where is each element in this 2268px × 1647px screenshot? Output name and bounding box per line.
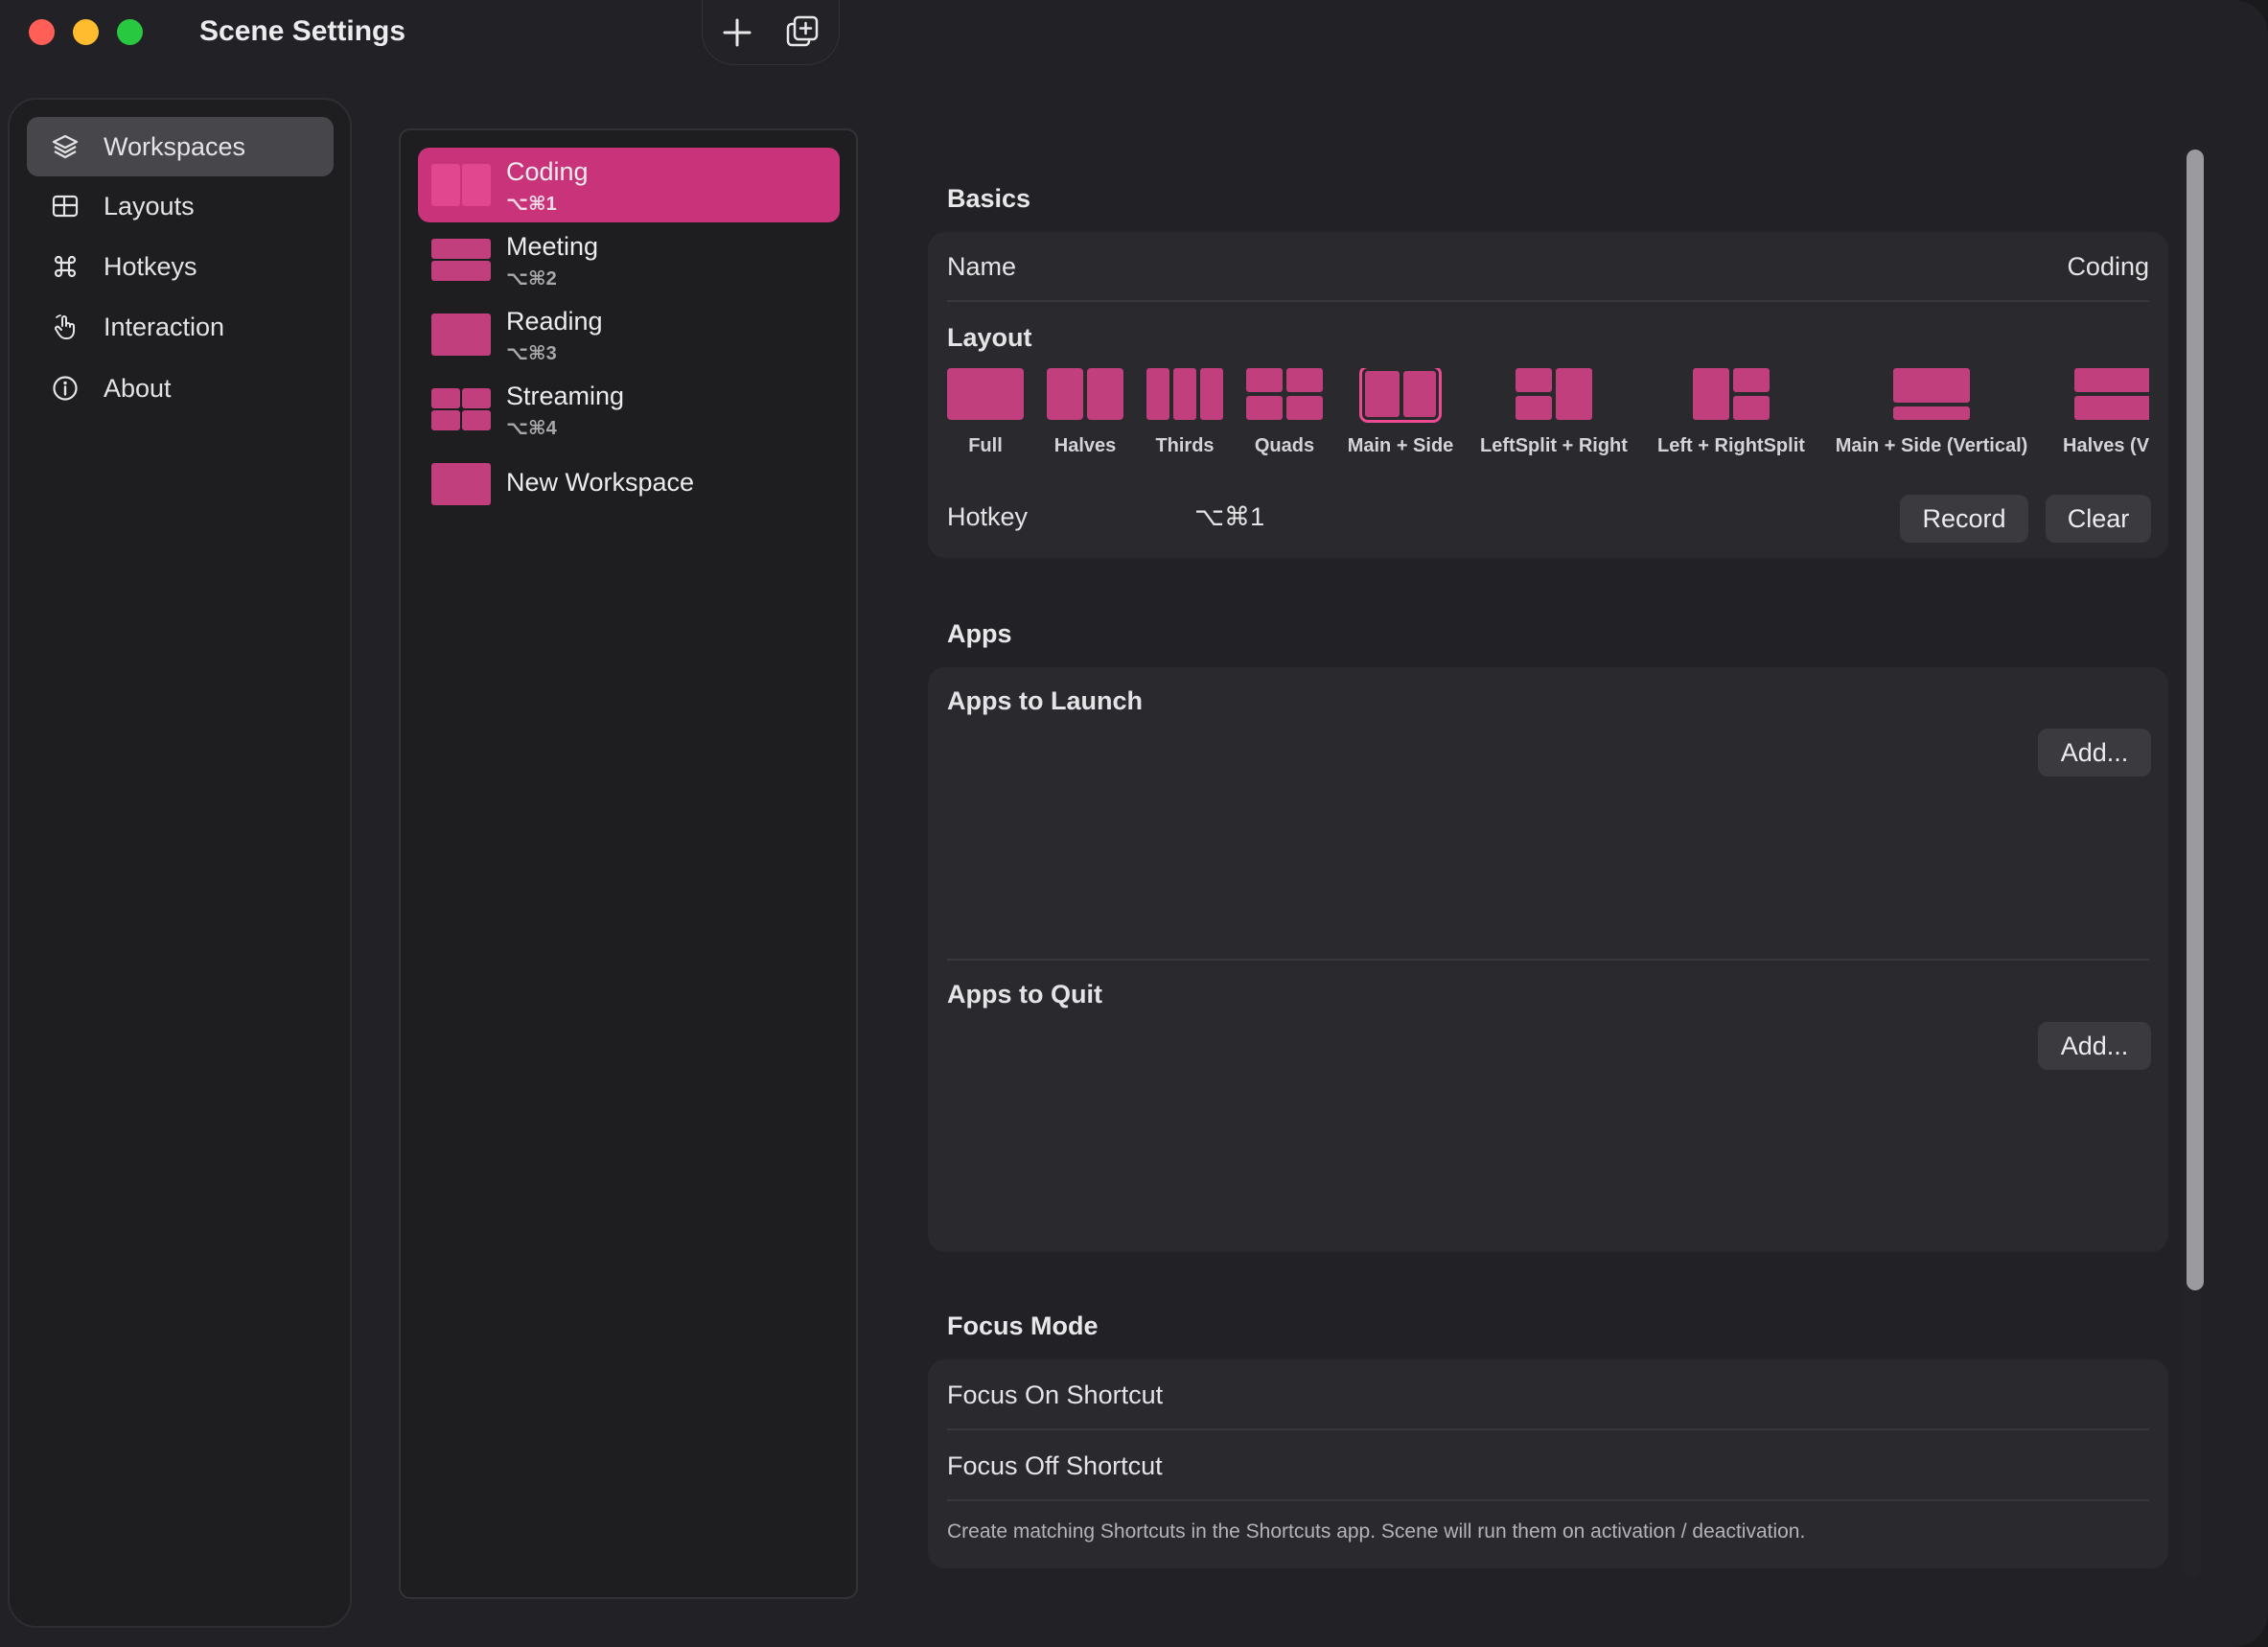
sidebar-item-label: Layouts <box>104 191 195 220</box>
sidebar-item-label: Interaction <box>104 312 225 341</box>
command-icon <box>48 249 82 284</box>
layout-full-icon <box>947 368 1024 420</box>
focus-off-shortcut-label[interactable]: Focus Off Shortcut <box>947 1451 1163 1481</box>
workspace-name: New Workspace <box>506 468 695 497</box>
layout-option-label: Main + Side (Vertical) <box>1835 435 2028 456</box>
layout-option-thirds[interactable]: Thirds <box>1146 368 1223 464</box>
layout-left-rightsplit-icon <box>1693 368 1770 420</box>
layout-option-label: Halves <box>1053 435 1117 456</box>
hotkey-label: Hotkey <box>947 502 1029 531</box>
name-field[interactable]: Coding <box>2067 252 2149 282</box>
layout-full-icon <box>431 463 491 505</box>
layout-label: Layout <box>947 323 1032 352</box>
workspace-name: Reading <box>506 307 603 336</box>
sidebar-item-layouts[interactable]: Layouts <box>27 176 334 236</box>
sidebar-item-workspaces[interactable]: Workspaces <box>27 117 334 176</box>
apps-to-launch-label: Apps to Launch <box>947 686 1143 715</box>
workspace-row-new-workspace[interactable]: New Workspace <box>418 447 840 522</box>
toolbar <box>702 0 840 65</box>
layout-option-label: Halves (V <box>2063 435 2149 456</box>
layout-halves-icon <box>431 164 491 206</box>
workspace-list: Coding ⌥⌘1 Meeting ⌥⌘2 Reading ⌥⌘3 Strea… <box>399 128 858 1599</box>
workspace-hotkey: ⌥⌘2 <box>506 268 557 290</box>
layout-option-label: Full <box>968 435 1003 456</box>
layout-leftsplit-right-icon <box>1516 368 1592 420</box>
layout-option-label: Quads <box>1254 435 1315 456</box>
layout-option-full[interactable]: Full <box>947 368 1024 464</box>
hand-pointer-icon <box>48 310 82 344</box>
window-title: Scene Settings <box>199 15 406 47</box>
apps-card: Apps to Launch Add... Apps to Quit Add..… <box>928 667 2168 1252</box>
minimize-window-button[interactable] <box>73 19 99 45</box>
sidebar-item-about[interactable]: About <box>27 359 334 418</box>
settings-window: Scene Settings Workspaces Layouts Hotkey <box>0 0 2268 1647</box>
apps-to-quit-label: Apps to Quit <box>947 980 1102 1009</box>
workspace-row-streaming[interactable]: Streaming ⌥⌘4 <box>418 372 840 447</box>
sidebar-item-label: About <box>104 373 172 403</box>
add-workspace-button[interactable] <box>716 12 758 54</box>
layout-thirds-icon <box>1146 368 1223 420</box>
duplicate-workspace-button[interactable] <box>781 12 823 54</box>
info-icon <box>48 371 82 406</box>
add-app-to-quit-button[interactable]: Add... <box>2038 1022 2151 1070</box>
focus-section-title: Focus Mode <box>947 1311 1099 1340</box>
basics-card: Name Coding Layout Full Halves Thirds Qu… <box>928 232 2168 558</box>
workspace-hotkey: ⌥⌘4 <box>506 418 557 439</box>
divider <box>947 959 2149 961</box>
zoom-window-button[interactable] <box>117 19 143 45</box>
layout-main-side-vertical-icon <box>1893 368 1970 420</box>
layout-option-label: LeftSplit + Right <box>1480 435 1628 456</box>
sidebar-item-hotkeys[interactable]: Hotkeys <box>27 237 334 296</box>
sidebar-item-label: Hotkeys <box>104 251 197 281</box>
layout-main-side-icon <box>1359 368 1442 423</box>
layout-option-quads[interactable]: Quads <box>1246 368 1323 464</box>
hotkey-value: ⌥⌘1 <box>1194 502 1265 531</box>
workspace-row-coding[interactable]: Coding ⌥⌘1 <box>418 148 840 222</box>
layout-quads-icon <box>431 388 491 430</box>
layout-option-label: Thirds <box>1155 435 1215 456</box>
layout-option-main-side-vertical[interactable]: Main + Side (Vertical) <box>1825 368 2038 464</box>
apps-section-title: Apps <box>947 619 1012 648</box>
name-label: Name <box>947 252 1017 281</box>
focus-helper-text: Create matching Shortcuts in the Shortcu… <box>947 1520 1806 1543</box>
workspace-row-meeting[interactable]: Meeting ⌥⌘2 <box>418 222 840 297</box>
basics-section-title: Basics <box>947 184 1031 213</box>
workspace-row-reading[interactable]: Reading ⌥⌘3 <box>418 297 840 372</box>
focus-card: Focus On Shortcut Focus Off Shortcut Cre… <box>928 1359 2168 1568</box>
divider <box>947 1499 2149 1501</box>
layout-quads-icon <box>1246 368 1323 420</box>
layout-option-left-rightsplit[interactable]: Left + RightSplit <box>1651 368 1812 464</box>
workspace-hotkey: ⌥⌘1 <box>506 194 557 215</box>
layout-full-icon <box>431 313 491 356</box>
workspace-name: Coding <box>506 157 589 186</box>
workspace-hotkey: ⌥⌘3 <box>506 343 557 364</box>
plus-icon <box>723 18 752 47</box>
sidebar-item-interaction[interactable]: Interaction <box>27 297 334 357</box>
layout-option-halves-vertical[interactable]: Halves (V <box>2049 368 2149 464</box>
sidebar: Workspaces Layouts Hotkeys Interaction A… <box>8 98 352 1628</box>
layout-option-leftsplit-right[interactable]: LeftSplit + Right <box>1472 368 1635 464</box>
record-hotkey-button[interactable]: Record <box>1900 495 2028 543</box>
sidebar-item-label: Workspaces <box>104 131 246 161</box>
add-app-to-launch-button[interactable]: Add... <box>2038 729 2151 777</box>
layout-picker: Full Halves Thirds Quads Main + Side Lef… <box>947 368 2149 464</box>
layout-option-label: Main + Side <box>1347 435 1454 456</box>
divider <box>947 1428 2149 1430</box>
clear-hotkey-button[interactable]: Clear <box>2046 495 2151 543</box>
duplicate-icon <box>786 15 819 47</box>
layout-halves-icon <box>1047 368 1123 420</box>
grid-icon <box>48 189 82 223</box>
focus-on-shortcut-label[interactable]: Focus On Shortcut <box>947 1380 1163 1410</box>
layout-option-label: Left + RightSplit <box>1657 435 1805 456</box>
workspace-name: Streaming <box>506 382 625 410</box>
layers-icon <box>48 129 82 164</box>
layout-option-main-side[interactable]: Main + Side <box>1338 368 1463 464</box>
layout-option-halves[interactable]: Halves <box>1047 368 1123 464</box>
divider <box>947 300 2149 302</box>
scrollbar-thumb[interactable] <box>2187 150 2204 1290</box>
workspace-name: Meeting <box>506 232 599 261</box>
close-window-button[interactable] <box>29 19 55 45</box>
layout-halves-vertical-icon <box>2074 368 2149 420</box>
layout-rows-icon <box>431 239 491 281</box>
